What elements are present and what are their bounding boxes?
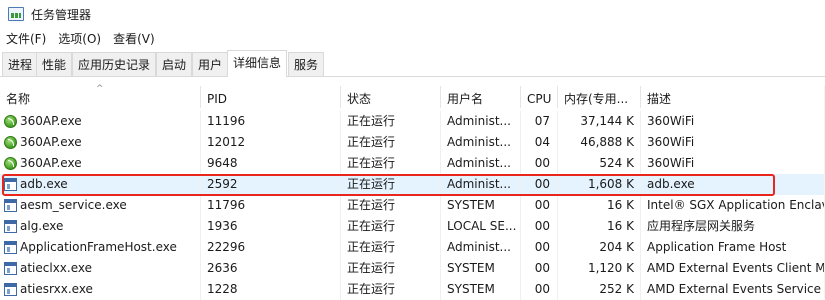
cell-status: 正在运行 — [341, 153, 441, 174]
cell-memory: 1,120 K — [558, 258, 641, 279]
menu-bar: 文件(F) 选项(O) 查看(V) — [0, 28, 825, 48]
table-row[interactable]: ApplicationFrameHost.exe 22296 正在运行 Admi… — [0, 237, 825, 258]
cell-user: Administ... — [441, 237, 521, 258]
tab-details[interactable]: 详细信息 — [227, 50, 288, 77]
cell-description: Intel® SGX Application Enclave — [647, 198, 825, 212]
tab-performance[interactable]: 性能 — [36, 52, 73, 76]
cell-cpu: 00 — [521, 174, 558, 195]
cell-user: Administ... — [441, 174, 521, 195]
table-row[interactable]: 360AP.exe 12012 正在运行 Administ... 04 46,8… — [0, 132, 825, 153]
cell-description: Application Frame Host — [647, 240, 787, 254]
tab-bar: 进程 性能 应用历史记录 启动 用户 详细信息 服务 — [0, 50, 825, 77]
cell-cpu: 00 — [521, 279, 558, 300]
column-header-name[interactable]: 名称 — [0, 86, 201, 108]
cell-cpu: 07 — [521, 111, 558, 132]
menu-view[interactable]: 查看(V) — [107, 30, 161, 47]
cell-memory: 46,888 K — [558, 132, 641, 153]
cell-pid: 12012 — [201, 132, 341, 153]
cell-pid: 9648 — [201, 153, 341, 174]
table-row-selected[interactable]: adb.exe 2592 正在运行 Administ... 00 1,608 K… — [0, 174, 825, 195]
table-row[interactable]: alg.exe 1936 正在运行 LOCAL SE... 00 16 K 应用… — [0, 216, 825, 237]
title-bar: 任务管理器 — [0, 0, 825, 28]
cell-status: 正在运行 — [341, 195, 441, 216]
cell-pid: 1228 — [201, 279, 341, 300]
cell-status: 正在运行 — [341, 258, 441, 279]
table-header: ^ 名称 PID 状态 用户名 CPU 内存(专用... 描述 — [0, 84, 825, 108]
cell-name: aesm_service.exe — [0, 195, 201, 216]
cell-description: 360WiFi — [647, 114, 695, 128]
cell-memory: 252 K — [558, 279, 641, 300]
column-header-pid[interactable]: PID — [201, 86, 341, 108]
cell-cpu: 04 — [521, 132, 558, 153]
cell-name: ApplicationFrameHost.exe — [0, 237, 201, 258]
column-header-description[interactable]: 描述 — [641, 86, 825, 108]
cell-pid: 22296 — [201, 237, 341, 258]
cell-pid: 11196 — [201, 111, 341, 132]
cell-pid: 11796 — [201, 195, 341, 216]
table-row[interactable]: atieclxx.exe 2636 正在运行 SYSTEM 00 1,120 K… — [0, 258, 825, 279]
tab-processes[interactable]: 进程 — [2, 52, 39, 76]
column-header-cpu[interactable]: CPU — [521, 86, 558, 108]
cell-status: 正在运行 — [341, 216, 441, 237]
cell-user: SYSTEM — [441, 195, 521, 216]
menu-options[interactable]: 选项(O) — [52, 30, 107, 47]
tab-users[interactable]: 用户 — [192, 52, 229, 76]
cell-description: AMD External Events Client Mod — [647, 261, 825, 275]
cell-status: 正在运行 — [341, 237, 441, 258]
column-header-status[interactable]: 状态 — [341, 86, 441, 108]
cell-user: SYSTEM — [441, 279, 521, 300]
cell-name: alg.exe — [0, 216, 201, 237]
process-details-table: ^ 名称 PID 状态 用户名 CPU 内存(专用... 描述 360AP.ex… — [0, 84, 825, 300]
cell-name: atiesrxx.exe — [0, 279, 201, 300]
cell-cpu: 00 — [521, 216, 558, 237]
cell-name: adb.exe — [0, 174, 201, 195]
table-row[interactable]: atiesrxx.exe 1228 正在运行 SYSTEM 00 252 K A… — [0, 279, 825, 300]
cell-user: Administ... — [441, 132, 521, 153]
table-row[interactable]: aesm_service.exe 11796 正在运行 SYSTEM 00 16… — [0, 195, 825, 216]
task-manager-icon — [8, 7, 24, 21]
cell-description: 应用程序层网关服务 — [647, 219, 756, 233]
cell-status: 正在运行 — [341, 174, 441, 195]
menu-file[interactable]: 文件(F) — [0, 30, 52, 47]
tab-startup[interactable]: 启动 — [156, 52, 193, 76]
cell-description: 360WiFi — [647, 135, 695, 149]
cell-cpu: 00 — [521, 237, 558, 258]
cell-name: atieclxx.exe — [0, 258, 201, 279]
cell-memory: 524 K — [558, 153, 641, 174]
cell-user: SYSTEM — [441, 258, 521, 279]
cell-memory: 204 K — [558, 237, 641, 258]
cell-memory: 37,144 K — [558, 111, 641, 132]
cell-pid: 2592 — [201, 174, 341, 195]
cell-status: 正在运行 — [341, 132, 441, 153]
tab-app-history[interactable]: 应用历史记录 — [72, 52, 157, 76]
cell-memory: 1,608 K — [558, 174, 641, 195]
tab-services[interactable]: 服务 — [288, 52, 325, 76]
column-header-user[interactable]: 用户名 — [441, 86, 521, 108]
cell-pid: 1936 — [201, 216, 341, 237]
cell-status: 正在运行 — [341, 279, 441, 300]
cell-cpu: 00 — [521, 258, 558, 279]
cell-status: 正在运行 — [341, 111, 441, 132]
cell-cpu: 00 — [521, 153, 558, 174]
cell-memory: 16 K — [558, 216, 641, 237]
table-row[interactable]: 360AP.exe 9648 正在运行 Administ... 00 524 K… — [0, 153, 825, 174]
column-header-memory[interactable]: 内存(专用... — [558, 86, 641, 108]
cell-name: 360AP.exe — [0, 153, 201, 174]
cell-description: AMD External Events Service M — [647, 282, 825, 296]
cell-pid: 2636 — [201, 258, 341, 279]
cell-user: Administ... — [441, 111, 521, 132]
window-title: 任务管理器 — [31, 7, 92, 22]
cell-cpu: 00 — [521, 195, 558, 216]
cell-user: Administ... — [441, 153, 521, 174]
cell-name: 360AP.exe — [0, 132, 201, 153]
table-row[interactable]: 360AP.exe 11196 正在运行 Administ... 07 37,1… — [0, 111, 825, 132]
cell-name: 360AP.exe — [0, 111, 201, 132]
cell-description: adb.exe — [647, 177, 695, 191]
cell-user: LOCAL SE... — [441, 216, 521, 237]
cell-description: 360WiFi — [647, 156, 695, 170]
cell-memory: 16 K — [558, 195, 641, 216]
